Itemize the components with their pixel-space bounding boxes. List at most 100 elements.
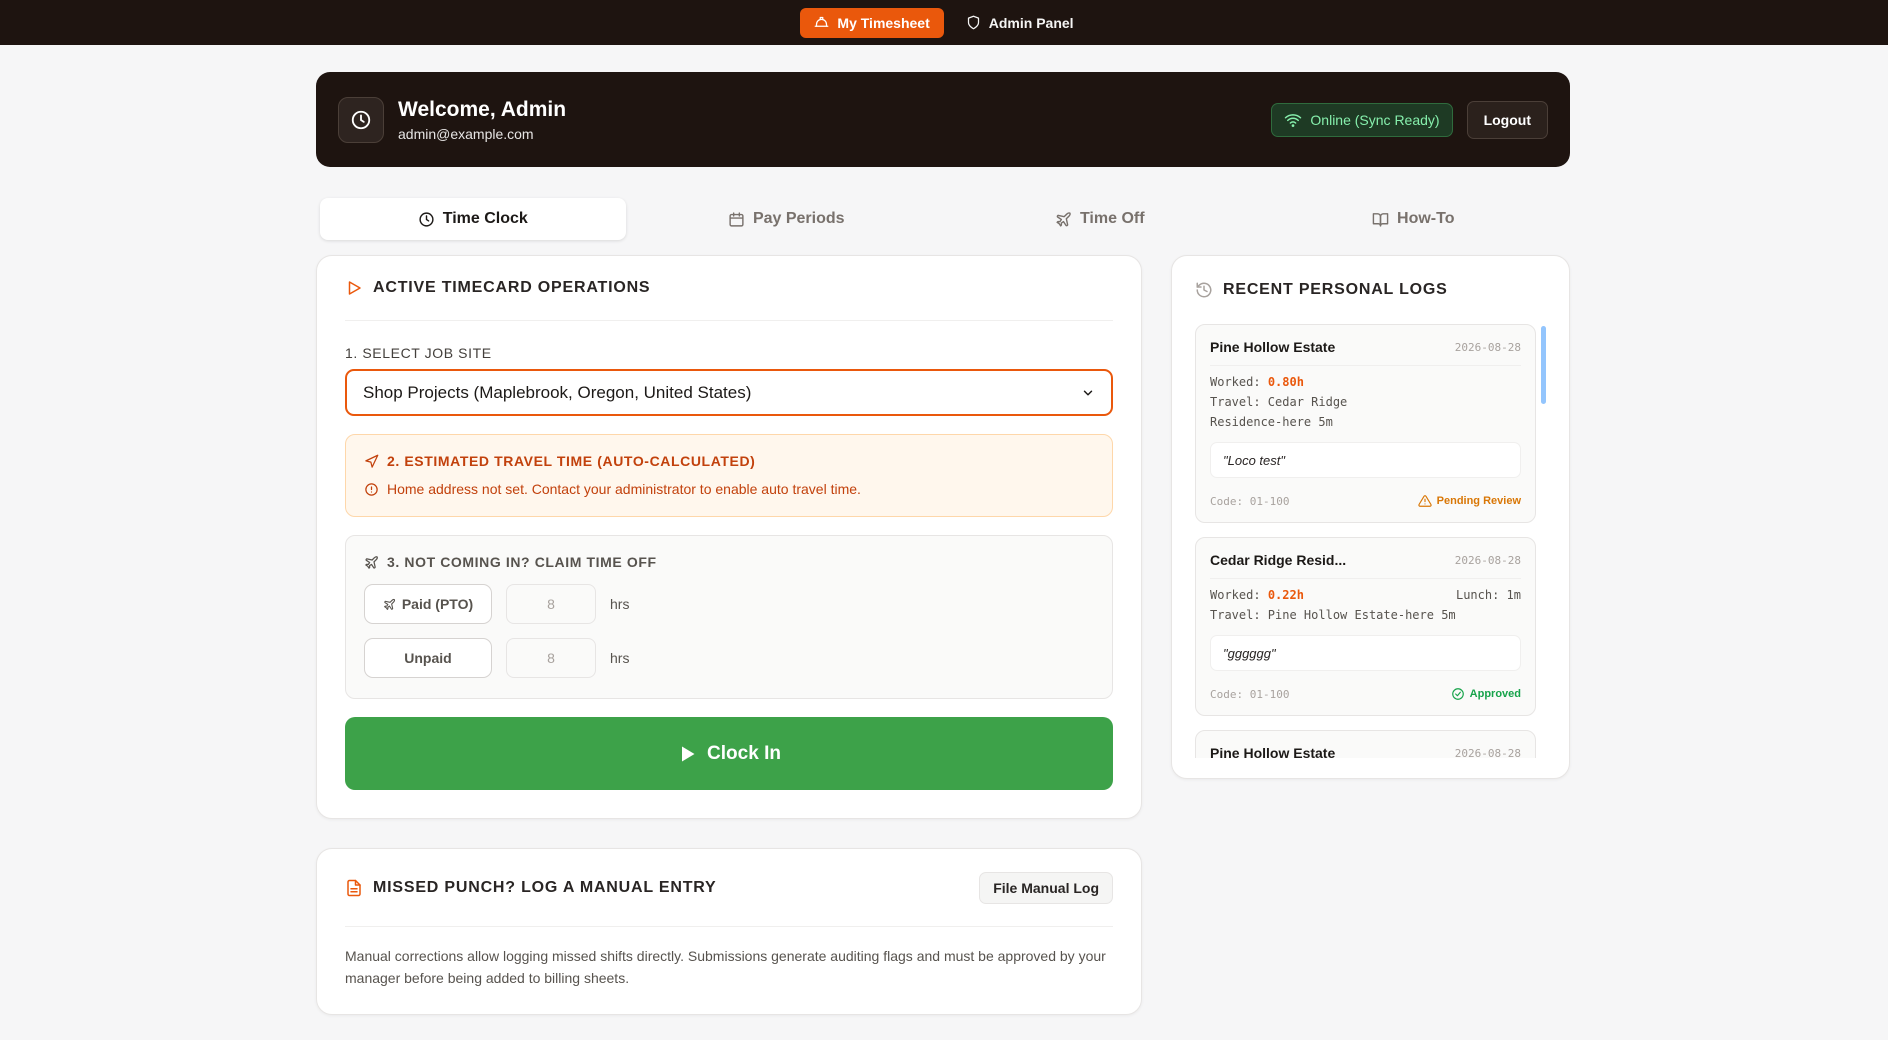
unpaid-button[interactable]: Unpaid: [364, 638, 492, 678]
plane-icon: [383, 598, 395, 610]
log-note: "gggggg": [1210, 635, 1521, 671]
status-badge: Approved: [1451, 687, 1521, 701]
log-item[interactable]: Pine Hollow Estate 2026-08-28: [1195, 730, 1536, 758]
file-manual-log-button[interactable]: File Manual Log: [979, 871, 1113, 904]
tab-time-clock-label: Time Clock: [442, 210, 528, 227]
header-clock-badge: [338, 96, 384, 143]
unpaid-time-off-row: Unpaid 8 hrs: [364, 638, 1094, 678]
status-label: Approved: [1469, 688, 1521, 700]
job-site-value: Shop Projects (Maplebrook, Oregon, Unite…: [363, 382, 752, 402]
status-badge: Pending Review: [1417, 494, 1521, 508]
timecard-operations-header: ACTIVE TIMECARD OPERATIONS: [345, 256, 1113, 321]
log-note: "Loco test": [1210, 442, 1521, 478]
job-site-select[interactable]: Shop Projects (Maplebrook, Oregon, Unite…: [345, 369, 1113, 416]
travel-line: Residence-here 5m: [1210, 415, 1333, 429]
chevron-down-icon: [1083, 390, 1093, 395]
welcome-title: Welcome, Admin: [398, 97, 567, 121]
travel-time-warning: Home address not set. Contact your admin…: [364, 481, 1094, 497]
unpaid-hours-input[interactable]: 8: [506, 638, 596, 678]
recent-logs-title: RECENT PERSONAL LOGS: [1223, 281, 1448, 298]
shield-icon: [967, 15, 979, 30]
manual-entry-card: MISSED PUNCH? LOG A MANUAL ENTRY File Ma…: [316, 848, 1142, 1015]
status-label: Pending Review: [1436, 495, 1521, 507]
timecard-operations-card: ACTIVE TIMECARD OPERATIONS 1. SELECT JOB…: [316, 255, 1142, 819]
calendar-icon: [729, 211, 744, 227]
unpaid-label: Unpaid: [404, 650, 452, 666]
log-code: Code: 01-100: [1210, 687, 1290, 701]
check-circle-icon: [1451, 688, 1464, 700]
log-date: 2026-08-28: [1454, 340, 1521, 354]
file-text-icon: [347, 879, 361, 896]
manual-entry-header: MISSED PUNCH? LOG A MANUAL ENTRY File Ma…: [345, 849, 1113, 927]
tab-time-off-label: Time Off: [1079, 210, 1145, 227]
log-site: Pine Hollow Estate: [1210, 745, 1336, 758]
warning-triangle-icon: [1417, 495, 1432, 507]
logout-button[interactable]: Logout: [1466, 100, 1548, 139]
logs-scrollbar[interactable]: [1541, 326, 1546, 404]
travel-time-warning-text: Home address not set. Contact your admin…: [387, 481, 861, 497]
book-icon: [1372, 212, 1389, 227]
time-off-title-label: 3. NOT COMING IN? CLAIM TIME OFF: [387, 554, 657, 570]
clock-icon: [351, 110, 371, 129]
time-off-panel: 3. NOT COMING IN? CLAIM TIME OFF Paid (P…: [345, 535, 1113, 699]
nav-my-timesheet[interactable]: My Timesheet: [800, 7, 944, 38]
paid-pto-button[interactable]: Paid (PTO): [364, 584, 492, 624]
log-details: Worked: 0.80h Travel: Cedar Ridge Reside…: [1210, 365, 1521, 432]
recent-logs-header: RECENT PERSONAL LOGS: [1195, 256, 1546, 324]
navigation-icon: [365, 454, 379, 468]
clock-in-button[interactable]: Clock In: [345, 717, 1113, 790]
tab-time-off[interactable]: Time Off: [947, 198, 1253, 240]
tab-how-to[interactable]: How-To: [1261, 198, 1567, 240]
log-site: Pine Hollow Estate: [1210, 339, 1336, 355]
nav-my-timesheet-label: My Timesheet: [837, 14, 930, 31]
recent-logs-card: RECENT PERSONAL LOGS Pine Hollow Estate …: [1171, 255, 1570, 779]
header-actions: Online (Sync Ready) Logout: [1271, 100, 1548, 139]
sync-status-badge: Online (Sync Ready): [1271, 102, 1453, 137]
lunch-duration: Lunch: 1m: [1455, 588, 1521, 602]
log-item[interactable]: Pine Hollow Estate 2026-08-28 Worked: 0.…: [1195, 324, 1536, 523]
travel-time-title: 2. ESTIMATED TRAVEL TIME (AUTO-CALCULATE…: [364, 453, 1094, 469]
tab-pay-periods-label: Pay Periods: [752, 210, 845, 227]
worked-hours: 0.22h: [1267, 588, 1304, 602]
travel-time-title-label: 2. ESTIMATED TRAVEL TIME (AUTO-CALCULATE…: [387, 453, 756, 469]
sync-status-label: Online (Sync Ready): [1310, 111, 1440, 128]
tab-time-clock[interactable]: Time Clock: [320, 198, 626, 240]
paid-time-off-row: Paid (PTO) 8 hrs: [364, 584, 1094, 624]
travel-time-panel: 2. ESTIMATED TRAVEL TIME (AUTO-CALCULATE…: [345, 434, 1113, 517]
welcome-block: Welcome, Admin admin@example.com: [398, 98, 566, 142]
paid-hours-unit: hrs: [610, 596, 630, 612]
log-details: Worked: 0.22h Lunch: 1m Travel: Pine Hol…: [1210, 578, 1521, 625]
log-date: 2026-08-28: [1454, 746, 1521, 759]
user-email: admin@example.com: [398, 125, 534, 142]
log-site: Cedar Ridge Resid...: [1210, 552, 1347, 568]
timecard-operations-title: ACTIVE TIMECARD OPERATIONS: [373, 279, 651, 296]
worked-hours: 0.80h: [1267, 375, 1304, 389]
play-icon: [682, 746, 695, 761]
paid-pto-label: Paid (PTO): [401, 596, 474, 612]
plane-icon: [365, 555, 378, 569]
log-item[interactable]: Cedar Ridge Resid... 2026-08-28 Worked: …: [1195, 537, 1536, 716]
unpaid-hours-unit: hrs: [610, 650, 630, 666]
worked-label: Worked:: [1210, 588, 1261, 602]
travel-line: Travel: Cedar Ridge: [1210, 395, 1348, 409]
plane-icon: [1056, 211, 1071, 227]
manual-entry-title: MISSED PUNCH? LOG A MANUAL ENTRY: [373, 878, 717, 896]
paid-hours-input[interactable]: 8: [506, 584, 596, 624]
clock-icon: [419, 211, 434, 227]
tab-how-to-label: How-To: [1397, 210, 1455, 227]
manual-entry-description: Manual corrections allow logging missed …: [345, 948, 1106, 986]
travel-line: Travel: Pine Hollow Estate-here 5m: [1210, 608, 1456, 622]
welcome-header: Welcome, Admin admin@example.com Online …: [316, 72, 1570, 167]
recent-logs-list[interactable]: Pine Hollow Estate 2026-08-28 Worked: 0.…: [1195, 324, 1546, 758]
log-date: 2026-08-28: [1454, 553, 1521, 567]
nav-admin-panel[interactable]: Admin Panel: [952, 8, 1088, 38]
time-off-title: 3. NOT COMING IN? CLAIM TIME OFF: [364, 554, 1094, 570]
hardhat-icon: [815, 16, 829, 27]
tab-pay-periods[interactable]: Pay Periods: [634, 198, 940, 240]
history-icon: [1196, 282, 1212, 298]
alert-circle-icon: [365, 482, 378, 496]
nav-admin-panel-label: Admin Panel: [988, 14, 1074, 31]
job-site-label: 1. SELECT JOB SITE: [345, 345, 492, 361]
worked-label: Worked:: [1210, 375, 1261, 389]
main-tabs: Time Clock Pay Periods Time Off How-To: [316, 196, 1570, 242]
